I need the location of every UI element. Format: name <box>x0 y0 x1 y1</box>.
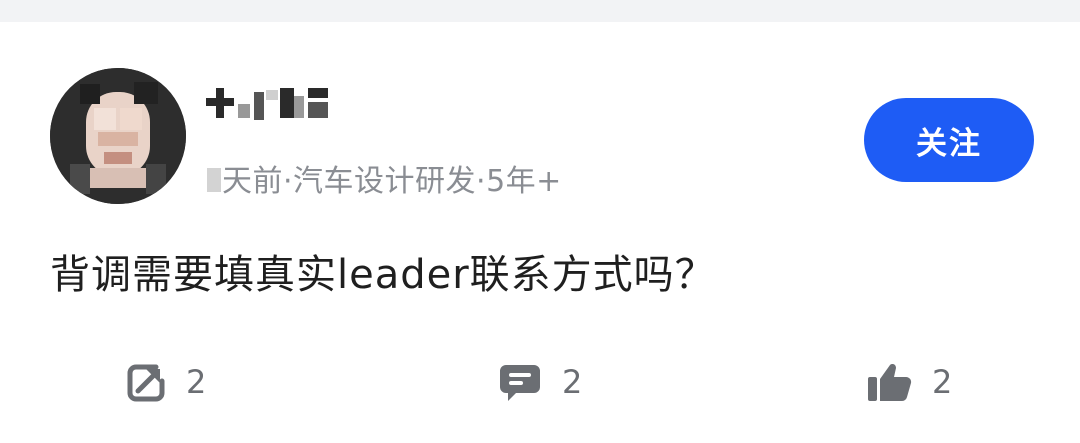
follow-button[interactable]: 关注 <box>864 98 1034 182</box>
share-icon <box>126 361 166 403</box>
share-count: 2 <box>186 363 207 401</box>
comment-count: 2 <box>562 363 583 401</box>
post-card[interactable]: 天前·汽车设计研发·5年+ 关注 背调需要填真实leader联系方式吗？ 2 2 <box>0 22 1080 443</box>
share-action[interactable]: 2 <box>126 358 206 406</box>
comment-icon <box>498 361 542 403</box>
like-count: 2 <box>932 363 953 401</box>
meta-obscured-prefix <box>207 168 221 192</box>
like-action[interactable]: 2 <box>866 358 952 406</box>
avatar[interactable] <box>50 68 186 204</box>
author-name[interactable] <box>206 84 334 128</box>
top-separator-bar <box>0 0 1080 22</box>
comment-action[interactable]: 2 <box>498 358 582 406</box>
thumbs-up-icon <box>866 361 912 403</box>
author-meta: 天前·汽车设计研发·5年+ <box>222 164 562 199</box>
post-question[interactable]: 背调需要填真实leader联系方式吗？ <box>50 242 716 300</box>
